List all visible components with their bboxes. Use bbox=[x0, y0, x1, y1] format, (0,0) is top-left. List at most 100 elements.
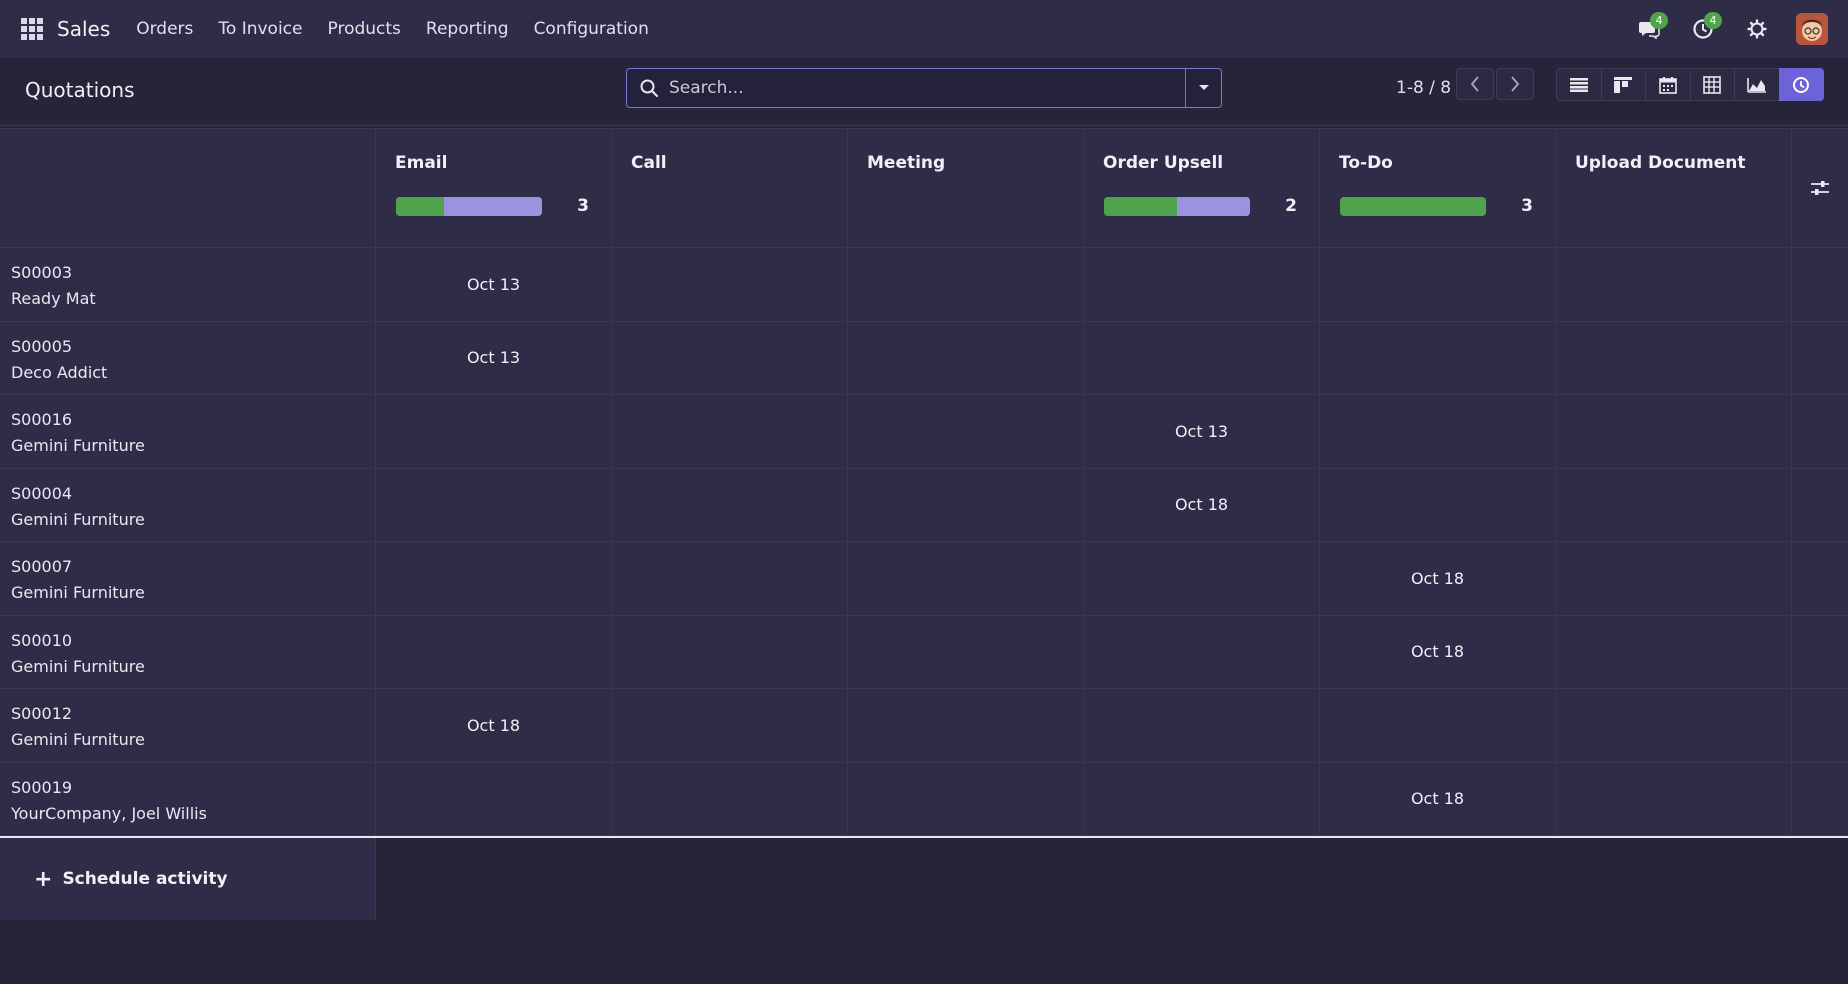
pager-next-button[interactable] bbox=[1496, 68, 1534, 100]
activity-progress-bar[interactable] bbox=[396, 197, 542, 216]
activity-cell[interactable] bbox=[848, 395, 1084, 468]
activities-button[interactable]: 4 bbox=[1688, 12, 1722, 44]
activity-cell[interactable]: Oct 18 bbox=[1320, 615, 1556, 688]
activity-type-call[interactable]: Call bbox=[612, 129, 848, 247]
activity-cell[interactable] bbox=[1556, 689, 1792, 762]
activity-type-order-upsell[interactable]: Order Upsell 2 bbox=[1084, 129, 1320, 247]
activity-type-upload-document[interactable]: Upload Document bbox=[1556, 129, 1792, 247]
progress-done-segment[interactable] bbox=[1340, 197, 1486, 216]
activity-cell[interactable] bbox=[612, 321, 848, 394]
record-name-cell[interactable]: S00012 Gemini Furniture bbox=[0, 689, 376, 762]
activity-cell[interactable] bbox=[376, 615, 612, 688]
row-spacer-cell bbox=[1792, 542, 1848, 615]
activity-cell[interactable] bbox=[848, 762, 1084, 835]
activity-cell[interactable]: Oct 13 bbox=[1084, 395, 1320, 468]
activity-cell[interactable] bbox=[1556, 762, 1792, 835]
activity-cell[interactable] bbox=[1556, 248, 1792, 321]
activity-cell[interactable] bbox=[1320, 395, 1556, 468]
activity-cell[interactable] bbox=[848, 321, 1084, 394]
pager-previous-button[interactable] bbox=[1456, 68, 1494, 100]
activity-cell[interactable]: Oct 13 bbox=[376, 321, 612, 394]
apps-grid-icon[interactable] bbox=[21, 18, 43, 40]
activity-cell[interactable] bbox=[612, 468, 848, 541]
activity-cell[interactable] bbox=[612, 615, 848, 688]
activity-cell[interactable] bbox=[376, 542, 612, 615]
kanban-view-button[interactable] bbox=[1600, 68, 1646, 101]
activity-type-meeting[interactable]: Meeting bbox=[848, 129, 1084, 247]
sliders-icon bbox=[1811, 181, 1829, 195]
record-name-cell[interactable]: S00007 Gemini Furniture bbox=[0, 542, 376, 615]
activity-progress-bar[interactable] bbox=[1340, 197, 1486, 216]
record-name-cell[interactable]: S00016 Gemini Furniture bbox=[0, 395, 376, 468]
activity-cell[interactable] bbox=[848, 615, 1084, 688]
activity-cell[interactable] bbox=[1320, 321, 1556, 394]
activity-cell[interactable] bbox=[1320, 468, 1556, 541]
activity-cell[interactable] bbox=[612, 762, 848, 835]
menu-item-orders[interactable]: Orders bbox=[136, 19, 193, 39]
activity-cell[interactable]: Oct 18 bbox=[1084, 468, 1320, 541]
search-input[interactable] bbox=[659, 69, 1185, 107]
activity-count: 3 bbox=[1521, 196, 1533, 216]
activity-cell[interactable] bbox=[848, 468, 1084, 541]
record-name-cell[interactable]: S00019 YourCompany, Joel Willis bbox=[0, 762, 376, 835]
activity-cell[interactable] bbox=[848, 248, 1084, 321]
activity-cell[interactable] bbox=[1556, 395, 1792, 468]
schedule-activity-button[interactable]: + Schedule activity bbox=[0, 838, 376, 920]
search-options-toggle[interactable] bbox=[1185, 69, 1221, 107]
activity-cell[interactable]: Oct 18 bbox=[1320, 762, 1556, 835]
settings-button[interactable] bbox=[1742, 14, 1772, 44]
progress-done-segment[interactable] bbox=[1104, 197, 1177, 216]
record-name-cell[interactable]: S00010 Gemini Furniture bbox=[0, 615, 376, 688]
activity-cell[interactable] bbox=[1556, 542, 1792, 615]
activity-cell[interactable] bbox=[1556, 615, 1792, 688]
activity-cell[interactable] bbox=[1556, 468, 1792, 541]
activity-cell[interactable] bbox=[1084, 542, 1320, 615]
avatar[interactable] bbox=[1796, 13, 1828, 45]
activity-view-button[interactable] bbox=[1778, 68, 1824, 101]
activity-cell[interactable] bbox=[1084, 689, 1320, 762]
row-spacer-cell bbox=[1792, 689, 1848, 762]
activity-cell[interactable] bbox=[1084, 615, 1320, 688]
activity-cell[interactable] bbox=[612, 248, 848, 321]
activity-cell[interactable] bbox=[1320, 248, 1556, 321]
activity-type-to-do[interactable]: To-Do 3 bbox=[1320, 129, 1556, 247]
list-view-button[interactable] bbox=[1556, 68, 1602, 101]
record-name-cell[interactable]: S00005 Deco Addict bbox=[0, 321, 376, 394]
menu-item-products[interactable]: Products bbox=[328, 19, 401, 39]
activity-cell[interactable] bbox=[376, 395, 612, 468]
activity-cell[interactable]: Oct 18 bbox=[1320, 542, 1556, 615]
calendar-view-button[interactable] bbox=[1645, 68, 1691, 101]
activity-cell[interactable] bbox=[612, 689, 848, 762]
app-name[interactable]: Sales bbox=[57, 17, 110, 41]
activity-cell[interactable] bbox=[376, 762, 612, 835]
progress-planned-segment[interactable] bbox=[444, 197, 542, 216]
activity-cell[interactable]: Oct 13 bbox=[376, 248, 612, 321]
activity-cell[interactable] bbox=[848, 542, 1084, 615]
activity-progress-bar[interactable] bbox=[1104, 197, 1250, 216]
activity-cell[interactable] bbox=[376, 468, 612, 541]
activity-cell[interactable] bbox=[848, 689, 1084, 762]
activity-type-email[interactable]: Email 3 bbox=[376, 129, 612, 247]
activity-cell[interactable]: Oct 18 bbox=[376, 689, 612, 762]
record-partner: Gemini Furniture bbox=[11, 730, 145, 749]
menu-item-to-invoice[interactable]: To Invoice bbox=[218, 19, 302, 39]
progress-done-segment[interactable] bbox=[396, 197, 445, 216]
menu-item-reporting[interactable]: Reporting bbox=[426, 19, 509, 39]
menu-item-configuration[interactable]: Configuration bbox=[534, 19, 649, 39]
record-name-cell[interactable]: S00004 Gemini Furniture bbox=[0, 468, 376, 541]
activity-cell[interactable] bbox=[612, 542, 848, 615]
record-name-cell[interactable]: S00003 Ready Mat bbox=[0, 248, 376, 321]
activity-cell[interactable] bbox=[1084, 321, 1320, 394]
pager-value[interactable]: 1-8 / 8 bbox=[1396, 78, 1451, 98]
messages-button[interactable]: 4 bbox=[1634, 12, 1668, 44]
activity-cell[interactable] bbox=[1556, 321, 1792, 394]
activity-cell[interactable] bbox=[1084, 762, 1320, 835]
graph-view-button[interactable] bbox=[1734, 68, 1780, 101]
activity-cell[interactable] bbox=[1320, 689, 1556, 762]
activity-due-date: Oct 18 bbox=[1174, 495, 1229, 515]
pivot-view-button[interactable] bbox=[1689, 68, 1735, 101]
activity-cell[interactable] bbox=[612, 395, 848, 468]
progress-planned-segment[interactable] bbox=[1177, 197, 1250, 216]
column-settings-button[interactable] bbox=[1792, 129, 1848, 247]
activity-cell[interactable] bbox=[1084, 248, 1320, 321]
